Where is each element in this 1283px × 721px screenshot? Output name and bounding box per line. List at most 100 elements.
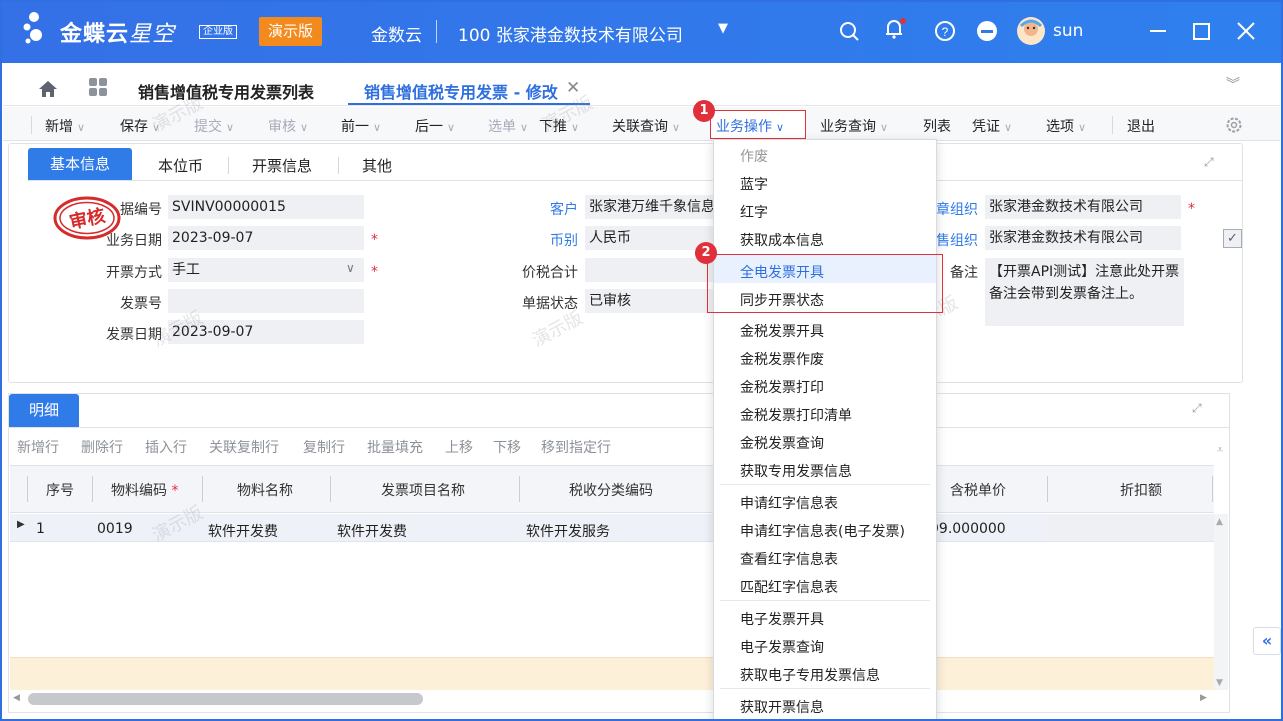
home-icon[interactable] bbox=[36, 77, 60, 101]
org-selector[interactable]: 100 张家港金数技术有限公司 bbox=[458, 21, 683, 46]
settle-org-field[interactable]: 张家港金数技术有限公司 bbox=[985, 195, 1181, 219]
apps-grid-icon[interactable] bbox=[87, 76, 109, 98]
submit-button[interactable]: 提交 ∨ bbox=[194, 116, 234, 136]
checkbox[interactable]: ✓ bbox=[1223, 229, 1242, 248]
menu-item-gt-print[interactable]: 金税发票打印 bbox=[740, 377, 824, 397]
column-header-tax-class[interactable]: 税收分类编码 bbox=[569, 480, 653, 500]
menu-item-gt-issue[interactable]: 金税发票开具 bbox=[740, 321, 824, 341]
column-header-discount[interactable]: 折扣额 bbox=[1120, 480, 1162, 500]
expand-icon[interactable]: ⤢ bbox=[1192, 401, 1202, 416]
cell-seq[interactable]: 1 bbox=[36, 521, 45, 537]
expand-icon[interactable]: ⤢ bbox=[1204, 155, 1214, 170]
menu-item-red[interactable]: 红字 bbox=[740, 202, 768, 222]
horizontal-scrollbar[interactable] bbox=[28, 693, 423, 705]
biz-query-button[interactable]: 业务查询 ∨ bbox=[820, 116, 888, 136]
biz-ops-button[interactable]: 业务操作 ∨ bbox=[716, 116, 784, 136]
cell-invoice-item[interactable]: 软件开发费 bbox=[337, 521, 407, 541]
tab-invoice-info[interactable]: 开票信息 bbox=[252, 155, 312, 176]
scroll-left-icon[interactable]: ◀ bbox=[13, 693, 20, 703]
menu-item-gt-query[interactable]: 金税发票查询 bbox=[740, 433, 824, 453]
next-button[interactable]: 后一 ∨ bbox=[415, 116, 455, 136]
minimize-icon[interactable] bbox=[1150, 30, 1166, 32]
tab-invoice-list[interactable]: 销售增值税专用发票列表 bbox=[138, 79, 314, 103]
double-chevron-left-icon[interactable]: « bbox=[1253, 627, 1281, 655]
column-header-seq[interactable]: 序号 bbox=[46, 480, 74, 500]
menu-item-view-red[interactable]: 查看红字信息表 bbox=[740, 549, 838, 569]
menu-item-match-red[interactable]: 匹配红字信息表 bbox=[740, 577, 838, 597]
doc-no-field[interactable]: SVINV00000015 bbox=[168, 195, 364, 219]
scroll-up-icon[interactable]: ▲ bbox=[1216, 517, 1223, 527]
list-button[interactable]: 列表 bbox=[923, 116, 951, 136]
user-name[interactable]: sun bbox=[1053, 21, 1083, 41]
chevron-down-icon[interactable]: ▼ bbox=[718, 21, 728, 36]
more-icon[interactable] bbox=[974, 18, 1000, 44]
customer-field[interactable]: 张家港万维千象信息 bbox=[585, 195, 713, 219]
chevron-down-icon[interactable]: ⩡ bbox=[1217, 443, 1223, 457]
avatar[interactable] bbox=[1016, 16, 1046, 46]
cell-material-code[interactable]: 0019 bbox=[97, 521, 133, 537]
move-up-button[interactable]: 上移 bbox=[445, 437, 473, 457]
voucher-button[interactable]: 凭证 ∨ bbox=[972, 116, 1012, 136]
related-copy-row-button[interactable]: 关联复制行 bbox=[209, 437, 279, 457]
currency-label[interactable]: 币别 bbox=[500, 230, 578, 250]
insert-row-button[interactable]: 插入行 bbox=[145, 437, 187, 457]
column-header-material-code[interactable]: 物料编码 * bbox=[111, 480, 178, 500]
cell-material-name[interactable]: 软件开发费 bbox=[208, 521, 278, 541]
menu-item-apply-red-e[interactable]: 申请红字信息表(电子发票) bbox=[740, 521, 905, 541]
delete-row-button[interactable]: 删除行 bbox=[81, 437, 123, 457]
menu-item-e-issue[interactable]: 电子发票开具 bbox=[740, 609, 824, 629]
menu-item-blue[interactable]: 蓝字 bbox=[740, 174, 768, 194]
currency-field[interactable]: 人民币 bbox=[585, 226, 713, 250]
menu-item-gt-void[interactable]: 金税发票作废 bbox=[740, 349, 824, 369]
tab-basic-info[interactable]: 基本信息 bbox=[28, 148, 132, 180]
customer-label[interactable]: 客户 bbox=[500, 199, 578, 219]
sales-org-label[interactable]: 售组织 bbox=[936, 230, 978, 250]
scroll-down-icon[interactable]: ▼ bbox=[1216, 678, 1223, 688]
exit-button[interactable]: 退出 bbox=[1127, 116, 1155, 136]
settings-icon[interactable] bbox=[1224, 115, 1244, 135]
menu-item-gt-print-list[interactable]: 金税发票打印清单 bbox=[740, 405, 852, 425]
chevron-down-icon[interactable]: ∨ bbox=[346, 261, 355, 275]
options-button[interactable]: 选项 ∨ bbox=[1046, 116, 1086, 136]
column-header-material-name[interactable]: 物料名称 bbox=[237, 480, 293, 500]
menu-item-apply-red[interactable]: 申请红字信息表 bbox=[740, 493, 838, 513]
double-chevron-down-icon[interactable]: ︾ bbox=[1226, 74, 1240, 94]
new-button[interactable]: 新增 ∨ bbox=[45, 116, 85, 136]
batch-fill-button[interactable]: 批量填充 bbox=[367, 437, 423, 457]
column-header-invoice-item[interactable]: 发票项目名称 bbox=[381, 480, 465, 500]
cell-tax-class[interactable]: 软件开发服务 bbox=[526, 521, 610, 541]
tab-invoice-edit[interactable]: 销售增值税专用发票 - 修改 bbox=[364, 79, 558, 103]
audit-button[interactable]: 审核 ∨ bbox=[268, 116, 308, 136]
menu-item-cost-info[interactable]: 获取成本信息 bbox=[740, 230, 824, 250]
tab-local-currency[interactable]: 本位币 bbox=[158, 155, 203, 176]
menu-item-invoice-info[interactable]: 获取开票信息 bbox=[740, 697, 824, 717]
prev-button[interactable]: 前一 ∨ bbox=[341, 116, 381, 136]
sales-org-field[interactable]: 张家港金数技术有限公司 bbox=[985, 226, 1181, 250]
menu-item-special-invoice[interactable]: 获取专用发票信息 bbox=[740, 461, 852, 481]
bell-icon[interactable] bbox=[881, 16, 907, 42]
tab-other[interactable]: 其他 bbox=[362, 155, 392, 176]
select-button[interactable]: 选单 ∨ bbox=[488, 116, 528, 136]
cell-discount[interactable] bbox=[1048, 515, 1214, 541]
cell-unit-price[interactable]: 99.000000 bbox=[930, 521, 1046, 537]
tab-detail[interactable]: 明细 bbox=[9, 394, 79, 427]
related-query-button[interactable]: 关联查询 ∨ bbox=[612, 116, 680, 136]
remark-field[interactable]: 【开票API测试】注意此处开票备注会带到发票备注上。 bbox=[985, 258, 1184, 326]
menu-item-void[interactable]: 作废 bbox=[740, 146, 768, 166]
biz-date-field[interactable]: 2023-09-07 bbox=[168, 226, 364, 250]
settle-org-label[interactable]: 章组织 bbox=[936, 199, 978, 219]
close-icon[interactable] bbox=[1237, 22, 1255, 40]
move-down-button[interactable]: 下移 bbox=[493, 437, 521, 457]
invoice-method-select[interactable]: 手工 bbox=[168, 258, 364, 282]
search-icon[interactable] bbox=[837, 18, 863, 44]
menu-item-e-special[interactable]: 获取电子专用发票信息 bbox=[740, 665, 880, 685]
move-to-row-button[interactable]: 移到指定行 bbox=[541, 437, 611, 457]
copy-row-button[interactable]: 复制行 bbox=[303, 437, 345, 457]
scroll-right-icon[interactable]: ▶ bbox=[1200, 693, 1207, 703]
help-icon[interactable]: ? bbox=[932, 18, 958, 44]
maximize-icon[interactable] bbox=[1193, 23, 1210, 40]
product-name[interactable]: 金数云 bbox=[371, 21, 422, 46]
add-row-button[interactable]: 新增行 bbox=[17, 437, 59, 457]
vertical-scrollbar[interactable] bbox=[1214, 514, 1228, 690]
menu-item-e-query[interactable]: 电子发票查询 bbox=[740, 637, 824, 657]
